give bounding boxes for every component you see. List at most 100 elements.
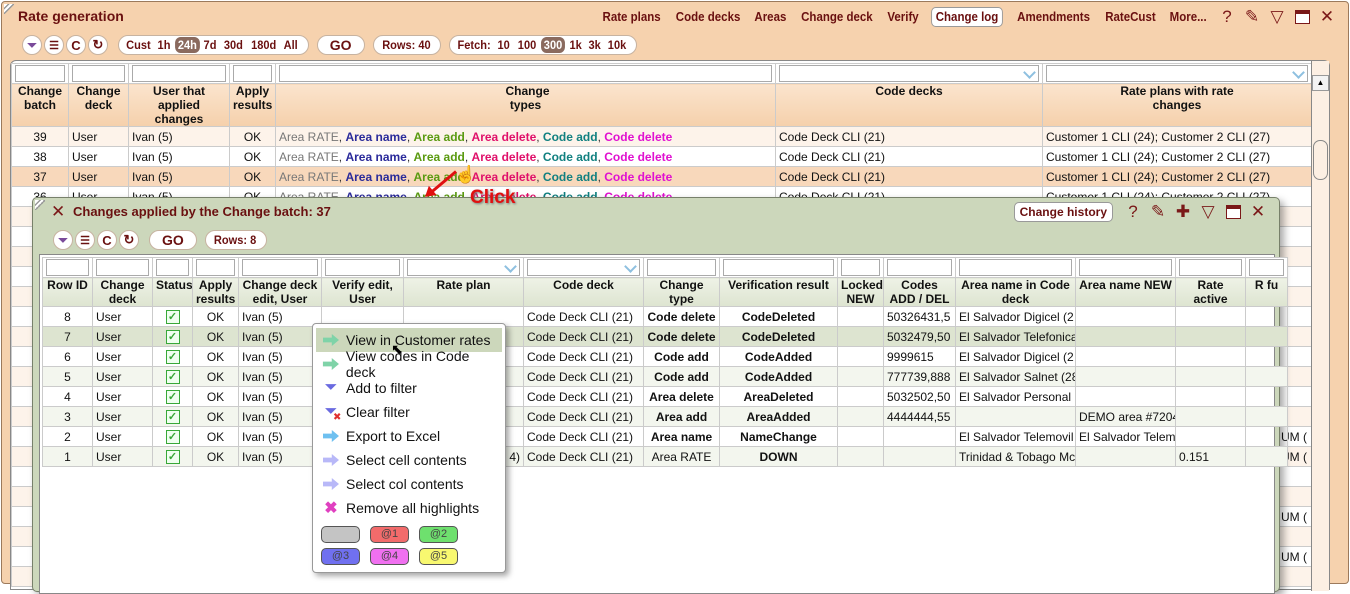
cell-change-type[interactable]: Area name — [643, 426, 720, 447]
cell-locked[interactable] — [837, 326, 884, 347]
add-icon[interactable]: ✚ — [1172, 202, 1194, 222]
cell-row-id[interactable]: 7 — [42, 326, 93, 347]
cell-area-cd[interactable]: El Salvador Digicel (2 — [955, 346, 1076, 367]
col-area-name-in-code-deck[interactable]: Area name in Code deck — [955, 277, 1076, 307]
cell-row-id[interactable]: 3 — [42, 406, 93, 427]
fetch-3k[interactable]: 3k — [586, 37, 604, 53]
fetch-100[interactable]: 100 — [515, 37, 539, 53]
cell-locked[interactable] — [837, 406, 884, 427]
table-row[interactable]: 1 User ✓ OK Ivan (5) 4) Code Deck CLI (21) Area… — [42, 446, 1288, 467]
col-code-deck[interactable]: Code deck — [523, 277, 644, 307]
filter-cell[interactable] — [403, 257, 524, 278]
cell-area-new[interactable] — [1075, 306, 1176, 327]
cell-codes[interactable]: 50326431,5 — [883, 306, 956, 327]
cell-change-deck[interactable]: User — [92, 426, 153, 447]
cell-change-type[interactable]: Code add — [643, 346, 720, 367]
clear-filter-button[interactable]: ⏷ — [53, 230, 73, 250]
cell-status[interactable]: ✓ — [152, 346, 193, 367]
time-30d[interactable]: 30d — [221, 37, 246, 53]
cell-apply-results[interactable]: OK — [192, 326, 239, 347]
cell-result[interactable]: OK — [229, 146, 276, 167]
filter-cell[interactable] — [68, 63, 129, 84]
fetch-10[interactable]: 10 — [495, 37, 513, 53]
filter-cell[interactable] — [955, 257, 1076, 278]
filter-cell[interactable] — [92, 257, 153, 278]
col-area-name-new[interactable]: Area name NEW — [1075, 277, 1176, 307]
cell-result[interactable]: OK — [229, 126, 276, 147]
cell-area-cd[interactable] — [955, 406, 1076, 427]
table-row[interactable]: 4 User ✓ OK Ivan (5) Code Deck CLI (21) Area d… — [42, 386, 1288, 407]
scroll-thumb[interactable] — [1313, 140, 1328, 180]
col-apply-results[interactable]: Apply results — [192, 277, 239, 307]
cell-code-deck[interactable]: Code Deck CLI (21) — [523, 346, 644, 367]
cell-rate-active[interactable] — [1175, 306, 1246, 327]
cell-status[interactable]: ✓ — [152, 386, 193, 407]
cell-edit-user[interactable]: Ivan (5) — [238, 306, 322, 327]
cell-rate-plans[interactable]: Customer 1 CLI (24); Customer 2 CLI (27) — [1042, 166, 1312, 187]
cell-area-cd[interactable]: El Salvador Telemovil — [955, 426, 1076, 447]
cell-code-decks[interactable]: Code Deck CLI (21) — [775, 166, 1043, 187]
nav-change-log[interactable]: Change log — [930, 7, 1003, 27]
edit-icon[interactable]: ✎ — [1241, 7, 1263, 27]
cell-codes[interactable] — [883, 426, 956, 447]
cell-change-type[interactable]: Area delete — [643, 386, 720, 407]
cell-extra[interactable] — [1245, 366, 1288, 387]
filter-cell[interactable] — [321, 257, 404, 278]
cell-area-new[interactable]: DEMO area #7204 — [1075, 406, 1176, 427]
menu-item-clear-filter[interactable]: ⏷ ✖ Clear filter — [316, 400, 502, 424]
table-row[interactable]: 5 User ✓ OK Ivan (5) Code Deck CLI (21) Code a… — [42, 366, 1288, 387]
filter-cell[interactable] — [128, 63, 230, 84]
cell-status[interactable]: ✓ — [152, 306, 193, 327]
cell-status[interactable]: ✓ — [152, 366, 193, 387]
close-icon[interactable]: ✕ — [1316, 7, 1338, 27]
col-change-type[interactable]: Change type — [643, 277, 720, 307]
cell-extra[interactable] — [1245, 326, 1288, 347]
cell-area-new[interactable]: El Salvador Telem — [1075, 426, 1176, 447]
collapse-icon[interactable]: ▽ — [1197, 202, 1219, 222]
cell-verification[interactable]: CodeAdded — [719, 366, 838, 387]
cell-rate-plans[interactable]: Customer 1 CLI (24); Customer 2 CLI (27) — [1042, 126, 1312, 147]
cell-edit-user[interactable]: Ivan (5) — [238, 366, 322, 387]
cell-row-id[interactable]: 5 — [42, 366, 93, 387]
time-all[interactable]: All — [281, 37, 301, 53]
go-button[interactable]: GO — [149, 230, 197, 250]
cell-change-type[interactable]: Area add — [643, 406, 720, 427]
col-change-deck[interactable]: Change deck — [92, 277, 153, 307]
time-180d[interactable]: 180d — [248, 37, 279, 53]
cell-change-deck[interactable]: User — [92, 326, 153, 347]
cell-area-cd[interactable]: El Salvador Digicel (2 — [955, 306, 1076, 327]
filter-cell[interactable] — [275, 63, 776, 84]
cell-verification[interactable]: DOWN — [719, 446, 838, 467]
cell-verification[interactable]: CodeDeleted — [719, 326, 838, 347]
cell-locked[interactable] — [837, 426, 884, 447]
cell-status[interactable]: ✓ — [152, 446, 193, 467]
cell-change-deck[interactable]: User — [92, 346, 153, 367]
filter-cell[interactable] — [1175, 257, 1246, 278]
change-history-button[interactable]: Change history — [1013, 202, 1113, 222]
cell-extra[interactable] — [1245, 306, 1288, 327]
cell-apply-results[interactable]: OK — [192, 386, 239, 407]
cell-codes[interactable]: 777739,888 — [883, 366, 956, 387]
filter-cell[interactable] — [837, 257, 884, 278]
fetch-1k[interactable]: 1k — [566, 37, 584, 53]
fetch-300[interactable]: 300 — [540, 37, 565, 53]
cell-area-new[interactable] — [1075, 346, 1176, 367]
cell-code-deck[interactable]: Code Deck CLI (21) — [523, 406, 644, 427]
cell-deck[interactable]: User — [68, 166, 129, 187]
cell-apply-results[interactable]: OK — [192, 366, 239, 387]
col-codes-add-del[interactable]: Codes ADD / DEL — [883, 277, 956, 307]
filter-cell[interactable] — [11, 63, 69, 84]
table-row[interactable]: 38 User Ivan (5) OK Area RATE, Area name, Ar… — [11, 146, 1312, 167]
cell-apply-results[interactable]: OK — [192, 346, 239, 367]
cell-codes[interactable]: 5032479,50 — [883, 326, 956, 347]
cell-batch[interactable]: 39 — [11, 126, 69, 147]
col-status[interactable]: Status — [152, 277, 193, 307]
cell-verification[interactable]: AreaAdded — [719, 406, 838, 427]
cell-change-types[interactable]: Area RATE, Area name, Area add, Area del… — [275, 146, 776, 167]
sub-resize-handle[interactable] — [35, 200, 45, 210]
cell-apply-results[interactable]: OK — [192, 426, 239, 447]
clear-filter-button[interactable]: ⏷ — [22, 35, 42, 55]
highlight-chip-none[interactable] — [321, 526, 360, 543]
nav-rate-plans[interactable]: Rate plans — [597, 7, 664, 27]
cell-edit-user[interactable]: Ivan (5) — [238, 426, 322, 447]
